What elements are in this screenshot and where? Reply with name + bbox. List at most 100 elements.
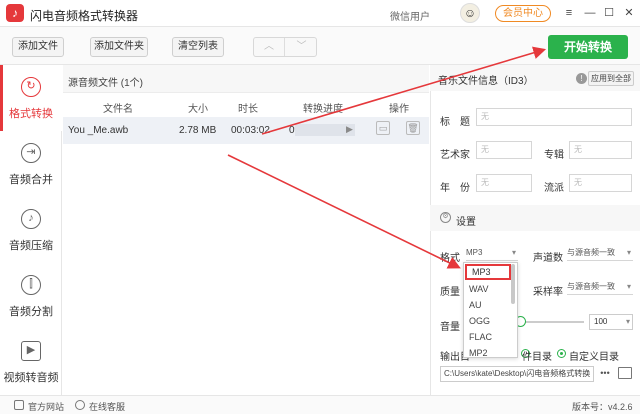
delete-icon[interactable]: 🗑 <box>406 121 420 135</box>
settings-title: 设置 <box>456 217 476 228</box>
column-header: 转换进度 <box>303 104 343 115</box>
volume-value: 100 <box>594 317 608 326</box>
quality-label: 质量 <box>440 287 460 298</box>
move-up-icon[interactable]: ︿ <box>254 38 285 56</box>
website-icon <box>14 400 24 410</box>
minimize-icon[interactable]: — <box>583 6 597 20</box>
compress-icon: ♪ <box>21 209 41 229</box>
close-icon[interactable]: ✕ <box>622 6 636 20</box>
samplerate-select[interactable]: 与源音频一致 ▾ <box>567 279 633 295</box>
clear-list-button[interactable]: 清空列表 <box>172 37 224 57</box>
user-name[interactable]: 微信用户 <box>390 8 430 23</box>
chevron-down-icon: ▾ <box>625 317 630 326</box>
sidebar-item-audio-split[interactable]: ⫿ 音频分割 <box>0 263 62 329</box>
custom-dir-label: 自定义目录 <box>569 352 619 363</box>
year-input[interactable]: 无 <box>476 174 532 192</box>
avatar[interactable]: ☺ <box>460 3 480 23</box>
file-list-title: 源音频文件 (1个) <box>68 78 143 89</box>
channels-select[interactable]: 与源音频一致 ▾ <box>567 245 633 261</box>
format-option-flac[interactable]: FLAC <box>464 329 512 345</box>
format-option-au[interactable]: AU <box>464 297 512 313</box>
sidebar-item-audio-compress[interactable]: ♪ 音频压缩 <box>0 197 62 263</box>
add-folder-button[interactable]: 添加文件夹 <box>90 37 148 57</box>
channels-value: 与源音频一致 <box>567 248 615 257</box>
vip-center-button[interactable]: 会员中心 <box>495 5 551 22</box>
status-bar: 官方网站 在线客服 版本号：v4.2.6 <box>0 395 640 414</box>
volume-stepper[interactable]: 100 ▾ <box>589 314 633 330</box>
move-down-icon[interactable]: ﹀ <box>286 38 317 56</box>
file-size: 2.78 MB <box>179 125 217 136</box>
convert-icon: ↻ <box>21 77 41 97</box>
dropdown-scrollbar[interactable] <box>511 264 515 304</box>
file-duration: 00:03:02 <box>231 125 270 136</box>
album-input[interactable]: 无 <box>569 141 632 159</box>
format-select[interactable]: MP3 ▾ <box>466 245 518 261</box>
sidebar-item-label: 视频转音频 <box>3 372 59 384</box>
column-header: 大小 <box>188 104 208 115</box>
custom-dir-radio[interactable] <box>557 349 566 358</box>
sidebar-item-label: 音频分割 <box>9 306 53 318</box>
maximize-icon[interactable]: ☐ <box>602 6 616 20</box>
toolbar: 添加文件 添加文件夹 清空列表 ︿ ﹀ 开始转换 <box>0 27 640 65</box>
file-name: You _Me.awb <box>68 125 129 136</box>
apply-all-button[interactable]: 应用到全部 <box>588 71 634 86</box>
column-header: 时长 <box>238 104 258 115</box>
sidebar: ↻ 格式转换 ⇥ 音频合并 ♪ 音频压缩 ⫿ 音频分割 ▶ 视频转音频 <box>0 65 62 395</box>
arrow-to-format-option <box>227 154 461 269</box>
headset-icon <box>75 400 85 410</box>
video-icon: ▶ <box>21 341 41 361</box>
chevron-down-icon: ▾ <box>626 282 631 291</box>
id3-title: 音乐文件信息（ID3） <box>438 76 534 87</box>
version-text: 版本号：v4.2.6 <box>572 402 633 412</box>
genre-label: 流派 <box>544 183 564 194</box>
add-file-button[interactable]: 添加文件 <box>12 37 64 57</box>
src-dir-label: 件目录 <box>522 352 552 363</box>
year-label: 年 份 <box>440 183 470 194</box>
format-option-wav[interactable]: WAV <box>464 281 512 297</box>
merge-icon: ⇥ <box>21 143 41 163</box>
table-row[interactable]: You _Me.awb 2.78 MB 00:03:02 0% <box>63 117 429 144</box>
website-link[interactable]: 官方网站 <box>28 400 64 413</box>
format-value: MP3 <box>466 248 483 257</box>
app-logo-icon: ♪ <box>6 4 24 22</box>
format-dropdown: MP3 WAV AU OGG FLAC MP2 <box>463 262 518 358</box>
folder-icon[interactable]: ▭ <box>376 121 390 135</box>
channels-label: 声道数 <box>533 253 563 264</box>
menu-icon[interactable]: ≡ <box>562 6 576 20</box>
play-icon[interactable]: ▶ <box>346 124 353 135</box>
open-folder-icon[interactable] <box>618 367 632 379</box>
volume-label: 音量 <box>440 322 460 333</box>
info-icon[interactable]: ! <box>576 73 587 84</box>
sidebar-item-label: 格式转换 <box>9 108 53 120</box>
output-path-input[interactable]: C:\Users\kate\Desktop\闪电音频格式转换 <box>440 366 594 382</box>
move-buttons: ︿ ﹀ <box>253 37 317 57</box>
title-bar: ♪ 闪电音频格式转换器 微信用户 ☺ 会员中心 ≡ — ☐ ✕ <box>0 0 640 27</box>
sidebar-item-label: 音频合并 <box>9 174 53 186</box>
format-option-mp3[interactable]: MP3 <box>465 264 511 280</box>
chevron-down-icon: ▾ <box>626 248 631 257</box>
samplerate-value: 与源音频一致 <box>567 282 615 291</box>
volume-slider-track[interactable] <box>520 321 584 323</box>
sidebar-item-audio-merge[interactable]: ⇥ 音频合并 <box>0 131 62 197</box>
sidebar-item-format-convert[interactable]: ↻ 格式转换 <box>0 65 62 131</box>
title-label: 标 题 <box>440 117 470 128</box>
column-header: 文件名 <box>103 104 133 115</box>
album-label: 专辑 <box>544 150 564 161</box>
column-header: 操作 <box>389 104 409 115</box>
genre-input[interactable]: 无 <box>569 174 632 192</box>
format-option-mp2[interactable]: MP2 <box>464 345 512 357</box>
artist-label: 艺术家 <box>440 150 470 161</box>
split-icon: ⫿ <box>21 275 41 295</box>
title-input[interactable]: 无 <box>476 108 632 126</box>
start-convert-button[interactable]: 开始转换 <box>548 35 628 59</box>
format-label: 格式 <box>440 253 460 264</box>
artist-input[interactable]: 无 <box>476 141 532 159</box>
samplerate-label: 采样率 <box>533 287 563 298</box>
file-table-header: 文件名 大小 时长 转换进度 操作 <box>63 93 429 117</box>
browse-button[interactable]: ••• <box>596 366 614 382</box>
format-option-ogg[interactable]: OGG <box>464 313 512 329</box>
chevron-down-icon: ▾ <box>511 248 516 257</box>
sidebar-item-label: 音频压缩 <box>9 240 53 252</box>
sidebar-item-video-to-audio[interactable]: ▶ 视频转音频 <box>0 329 62 395</box>
support-link[interactable]: 在线客服 <box>89 400 125 413</box>
